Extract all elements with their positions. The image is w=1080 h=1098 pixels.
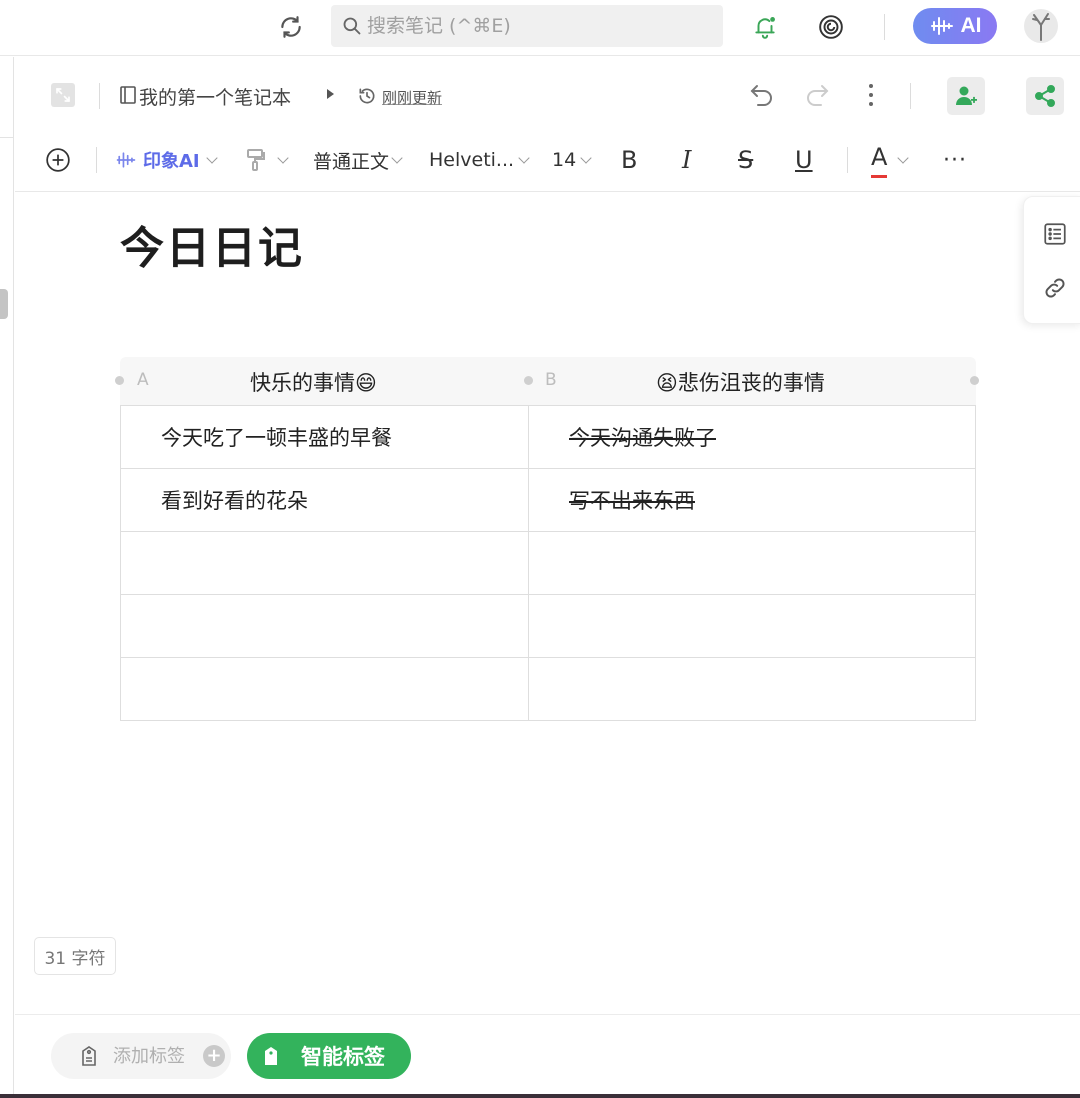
format-toolbar: 印象AI 普通正文 Helveti... 14 B I S U A ··· <box>15 137 1080 192</box>
notebook-name[interactable]: 我的第一个笔记本 <box>139 83 291 110</box>
divider <box>847 147 848 173</box>
table-cell[interactable] <box>120 657 529 721</box>
window-edge <box>0 1094 1080 1098</box>
side-tools-panel <box>1023 196 1080 324</box>
plus-circle-icon <box>46 148 70 172</box>
history-clock-icon <box>359 88 375 104</box>
search-input[interactable] <box>367 15 707 37</box>
ai-assistant-label: 印象AI <box>143 151 200 172</box>
column-title-b[interactable]: 😫悲伤沮丧的事情 <box>656 367 825 397</box>
chevron-down-icon <box>205 151 218 164</box>
table-cell[interactable]: 今天吃了一顿丰盛的早餐 <box>120 405 529 469</box>
tag-icon <box>82 1046 96 1066</box>
table-cell[interactable] <box>528 531 976 595</box>
column-letter-b: B <box>545 370 557 390</box>
link-icon[interactable] <box>1042 275 1068 301</box>
share-icon <box>1035 85 1055 107</box>
add-tag-field[interactable]: + <box>51 1033 231 1079</box>
table-row <box>120 657 976 721</box>
undo-icon[interactable] <box>748 81 776 109</box>
add-tag-plus-icon[interactable]: + <box>203 1045 225 1067</box>
paragraph-style-dropdown[interactable]: 普通正文 <box>313 137 403 183</box>
redo-icon[interactable] <box>803 81 831 109</box>
underline-button[interactable]: U <box>795 137 813 183</box>
search-bar[interactable] <box>331 5 723 47</box>
font-color-dropdown[interactable]: A <box>871 137 910 183</box>
smart-tag-button[interactable]: 智能标签 <box>247 1033 411 1079</box>
table-cell[interactable] <box>120 531 529 595</box>
sidebar-edge <box>0 57 14 1098</box>
sparkle-icon <box>930 17 953 35</box>
divider <box>884 14 885 40</box>
chevron-down-icon <box>580 151 592 164</box>
table-cell[interactable]: 今天沟通失败了 <box>528 405 976 469</box>
avatar[interactable] <box>1024 9 1058 43</box>
column-letter-a: A <box>137 370 149 390</box>
search-icon <box>341 15 363 37</box>
divider <box>910 83 911 109</box>
table-cell[interactable] <box>528 594 976 658</box>
notebook-icon <box>120 86 136 104</box>
divider <box>96 147 97 173</box>
add-user-icon <box>956 86 977 105</box>
table-row: 看到好看的花朵 写不出来东西 <box>120 468 976 532</box>
more-options-icon[interactable] <box>861 81 881 109</box>
caret-right-icon[interactable] <box>327 89 334 99</box>
font-family-dropdown[interactable]: Helveti... <box>429 137 530 183</box>
bold-button[interactable]: B <box>621 137 637 183</box>
note-header: 我的第一个笔记本 刚刚更新 <box>15 57 1080 137</box>
add-collaborator-button[interactable] <box>947 77 985 115</box>
table-row <box>120 531 976 595</box>
ai-button[interactable]: AI <box>913 8 997 44</box>
tag-bar: + 智能标签 <box>15 1014 1080 1098</box>
format-painter-icon <box>247 149 265 171</box>
column-handle[interactable] <box>970 376 979 385</box>
table-row: 今天吃了一顿丰盛的早餐 今天沟通失败了 <box>120 405 976 469</box>
column-handle[interactable] <box>115 376 124 385</box>
character-count: 31 字符 <box>34 937 116 975</box>
sync-icon[interactable] <box>276 12 306 42</box>
avatar-tree-icon <box>1032 13 1050 41</box>
diary-table: 今天吃了一顿丰盛的早餐 今天沟通失败了 看到好看的花朵 写不出来东西 <box>120 405 976 721</box>
font-color-value: A <box>871 143 888 178</box>
table-cell[interactable]: 看到好看的花朵 <box>120 468 529 532</box>
font-family-value: Helveti... <box>429 149 515 171</box>
table-cell[interactable]: 写不出来东西 <box>528 468 976 532</box>
chevron-down-icon <box>897 151 910 164</box>
font-size-value: 14 <box>552 149 577 171</box>
spiral-icon[interactable] <box>816 12 846 42</box>
ai-assistant-dropdown[interactable]: 印象AI <box>115 137 218 183</box>
table-cell[interactable] <box>528 657 976 721</box>
divider <box>99 83 100 109</box>
column-handle[interactable] <box>524 376 533 385</box>
sparkle-icon <box>116 152 136 168</box>
italic-button[interactable]: I <box>682 137 691 183</box>
note-title[interactable]: 今日日记 <box>120 212 304 276</box>
table-cell[interactable] <box>120 594 529 658</box>
notification-bell-icon[interactable] <box>750 12 780 42</box>
table-row <box>120 594 976 658</box>
column-title-a[interactable]: 快乐的事情😄 <box>250 367 377 397</box>
tag-icon <box>265 1047 277 1065</box>
top-app-bar: AI <box>0 0 1080 56</box>
more-format-button[interactable]: ··· <box>943 137 967 183</box>
chevron-down-icon <box>277 151 289 164</box>
font-size-dropdown[interactable]: 14 <box>552 137 592 183</box>
divider <box>0 137 14 138</box>
expand-icon[interactable] <box>51 83 75 107</box>
table-header: A 快乐的事情😄 B 😫悲伤沮丧的事情 <box>115 357 979 405</box>
last-updated-link[interactable]: 刚刚更新 <box>382 87 442 108</box>
strikethrough-button[interactable]: S <box>738 137 753 183</box>
smart-tag-label: 智能标签 <box>301 1045 385 1069</box>
scrollbar-handle[interactable] <box>0 289 8 319</box>
add-tag-input[interactable] <box>113 1045 203 1067</box>
chevron-down-icon <box>391 151 403 164</box>
outline-list-icon[interactable] <box>1042 221 1068 247</box>
chevron-down-icon <box>518 151 530 164</box>
format-painter-dropdown[interactable] <box>245 137 289 183</box>
insert-button[interactable] <box>45 137 71 183</box>
share-button[interactable] <box>1026 77 1064 115</box>
paragraph-style-value: 普通正文 <box>313 150 390 173</box>
ai-button-label: AI <box>960 14 982 37</box>
